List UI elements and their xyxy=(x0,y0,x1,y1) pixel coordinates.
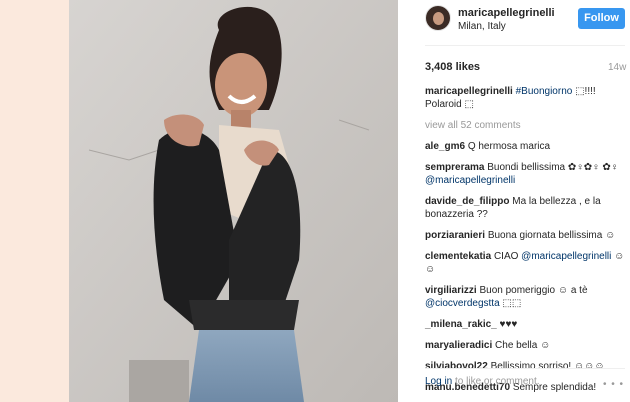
comment-text: Buondi bellissima ✿♀✿♀ ✿♀ xyxy=(487,162,619,173)
divider xyxy=(425,45,625,46)
login-prompt-text: to like or comment. xyxy=(452,376,540,387)
comment-text: Buona giornata bellissima ☺ xyxy=(487,230,616,241)
comment-text: Che bella ☺ xyxy=(495,340,551,351)
comment-username[interactable]: virgiliarizzi xyxy=(425,285,477,296)
comment-item: _milena_rakic_ ♥♥♥ xyxy=(425,318,629,331)
login-prompt: Log in to like or comment. xyxy=(425,376,630,387)
caption: maricapellegrinelli #Buongiorno ⬚!!!! Po… xyxy=(425,85,629,111)
post-time[interactable]: 14w xyxy=(608,62,626,73)
comment-username[interactable]: _milena_rakic_ xyxy=(425,319,497,330)
more-options-icon[interactable]: • • • xyxy=(603,379,624,390)
comment-text: Q hermosa marica xyxy=(467,141,551,152)
comment-username[interactable]: porziaranieri xyxy=(425,230,485,241)
comments-list: maricapellegrinelli #Buongiorno ⬚!!!! Po… xyxy=(425,85,629,402)
comment-username[interactable]: maryalieradici xyxy=(425,340,492,351)
post-location[interactable]: Milan, Italy xyxy=(458,21,506,32)
comment-item: semprerama Buondi bellissima ✿♀✿♀ ✿♀ @ma… xyxy=(425,161,629,187)
comment-item: maryalieradici Che bella ☺ xyxy=(425,339,629,352)
comment-text: ♥♥♥ xyxy=(499,319,518,330)
comment-text-tail: ⬚⬚ xyxy=(499,298,522,309)
comment-item: davide_de_filippo Ma la bellezza , e la … xyxy=(425,195,629,221)
comment-username[interactable]: semprerama xyxy=(425,162,484,173)
comment-mention[interactable]: @ciocverdegstta xyxy=(425,298,500,309)
page-background xyxy=(0,0,69,402)
comment-item: ale_gm6 Q hermosa marica xyxy=(425,140,629,153)
caption-username[interactable]: maricapellegrinelli xyxy=(425,86,513,97)
likes-count[interactable]: 3,408 likes xyxy=(425,61,480,73)
view-all-comments-link[interactable]: view all 52 comments xyxy=(425,119,629,132)
comment-item: porziaranieri Buona giornata bellissima … xyxy=(425,229,629,242)
login-link[interactable]: Log in xyxy=(425,376,452,387)
post-header: maricapellegrinelli Milan, Italy Follow xyxy=(409,0,630,45)
post-image xyxy=(69,0,398,402)
comment-item: silviabovol22 Bellissimo sorriso! ☺☺☺ xyxy=(425,360,629,373)
caption-hashtag[interactable]: #Buongiorno xyxy=(516,86,573,97)
follow-button[interactable]: Follow xyxy=(578,8,625,29)
comment-text: Buon pomeriggio ☺ a tè xyxy=(479,285,588,296)
comment-mention[interactable]: @maricapellegrinelli xyxy=(425,175,515,186)
divider xyxy=(425,368,625,369)
comment-text: CIAO xyxy=(493,251,522,262)
post-photo[interactable] xyxy=(69,0,398,402)
comment-username[interactable]: clementekatia xyxy=(425,251,491,262)
comment-item: virgiliarizzi Buon pomeriggio ☺ a tè @ci… xyxy=(425,284,629,310)
comment-username[interactable]: silviabovol22 xyxy=(425,361,488,372)
post-username[interactable]: maricapellegrinelli xyxy=(458,7,555,19)
post-details-panel: maricapellegrinelli Milan, Italy Follow … xyxy=(409,0,630,402)
avatar[interactable] xyxy=(425,5,451,31)
comment-text: Bellissimo sorriso! ☺☺☺ xyxy=(490,361,605,372)
comment-item: clementekatia CIAO @maricapellegrinelli … xyxy=(425,250,629,276)
comment-mention[interactable]: @maricapellegrinelli xyxy=(521,251,611,262)
comment-username[interactable]: davide_de_filippo xyxy=(425,196,509,207)
comment-username[interactable]: ale_gm6 xyxy=(425,141,465,152)
